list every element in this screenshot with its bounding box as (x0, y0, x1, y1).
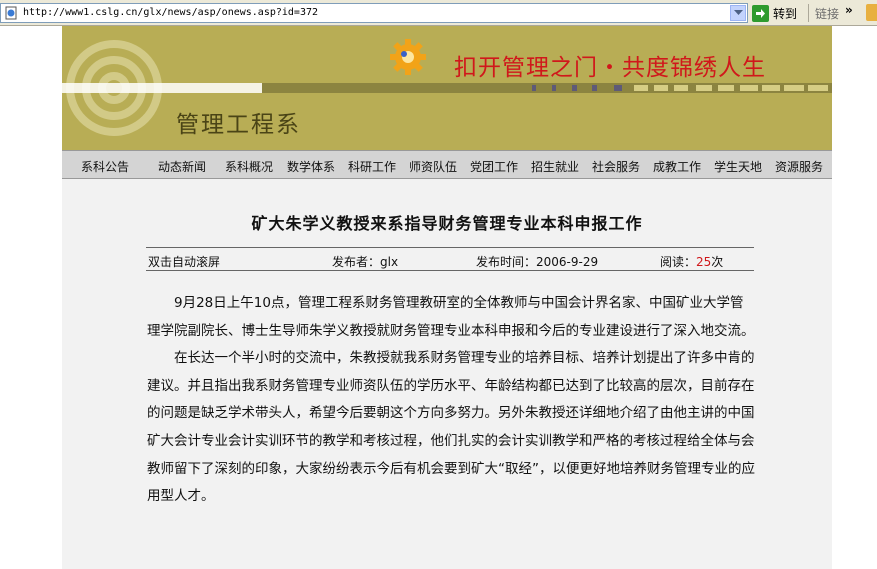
article-title: 矿大朱学义教授来系指导财务管理专业本科申报工作 (251, 214, 643, 233)
department-title: 管理工程系 (176, 112, 301, 138)
go-button[interactable]: 转到 (752, 3, 797, 23)
article-body: 9月28日上午10点，管理工程系财务管理教研室的全体教师与中国会计界名家、中国矿… (147, 290, 755, 511)
address-text: http://www1.cslg.cn/glx/news/asp/onews.a… (23, 7, 319, 18)
browser-address-bar: http://www1.cslg.cn/glx/news/asp/onews.a… (0, 0, 877, 26)
nav-item-social-service[interactable]: 社会服务 (592, 158, 640, 175)
address-input[interactable]: http://www1.cslg.cn/glx/news/asp/onews.a… (0, 3, 748, 23)
main-nav: 系科公告 动态新闻 系科概况 数学体系 科研工作 师资队伍 党团工作 招生就业 … (62, 150, 832, 179)
nav-item-party-league[interactable]: 党团工作 (470, 158, 518, 175)
nav-item-student-corner[interactable]: 学生天地 (714, 158, 762, 175)
nav-item-resources[interactable]: 资源服务 (775, 158, 823, 175)
nav-item-news[interactable]: 动态新闻 (158, 158, 206, 175)
article-paragraph: 在长达一个半小时的交流中，朱教授就我系财务管理专业的培养目标、培养计划提出了许多… (147, 350, 755, 505)
publish-time-label: 发布时间：2006-9-29 (476, 255, 599, 269)
publisher-label: 发布者：glx (332, 255, 399, 269)
links-chevron-icon[interactable]: » (845, 3, 853, 17)
chevron-down-icon (733, 10, 743, 15)
links-label[interactable]: 链接 (815, 5, 839, 22)
toolbar-divider (808, 4, 809, 22)
go-label: 转到 (773, 6, 798, 21)
article-meta-bar: 双击自动滚屏 发布者：glx 发布时间：2006-9-29 阅读：25次 (146, 247, 754, 271)
gear-icon (390, 39, 426, 75)
autoscroll-toggle[interactable]: 双击自动滚屏 (148, 253, 220, 270)
read-count-unit: 次 (711, 255, 724, 269)
read-count-value: 25 (696, 255, 712, 269)
read-count: 阅读：25次 (660, 253, 723, 270)
nav-item-overview[interactable]: 系科概况 (225, 158, 273, 175)
nav-item-teaching-system[interactable]: 数学体系 (287, 158, 335, 175)
banner-slogan: 扣开管理之门・共度锦绣人生 (454, 55, 766, 81)
nav-item-faculty[interactable]: 师资队伍 (409, 158, 457, 175)
nav-item-announcements[interactable]: 系科公告 (81, 158, 129, 175)
toolbar-extension-icon[interactable] (866, 4, 877, 21)
read-count-label: 阅读： (660, 255, 697, 269)
nav-item-research[interactable]: 科研工作 (348, 158, 396, 175)
header-banner: 扣开管理之门・共度锦绣人生 管理工程系 (62, 26, 832, 150)
go-arrow-icon (752, 4, 769, 22)
page-icon (5, 6, 17, 20)
address-dropdown-button[interactable] (730, 5, 746, 21)
nav-item-adult-education[interactable]: 成教工作 (653, 158, 701, 175)
article-paragraph: 9月28日上午10点，管理工程系财务管理教研室的全体教师与中国会计界名家、中国矿… (147, 295, 755, 339)
nav-item-admissions[interactable]: 招生就业 (531, 158, 579, 175)
